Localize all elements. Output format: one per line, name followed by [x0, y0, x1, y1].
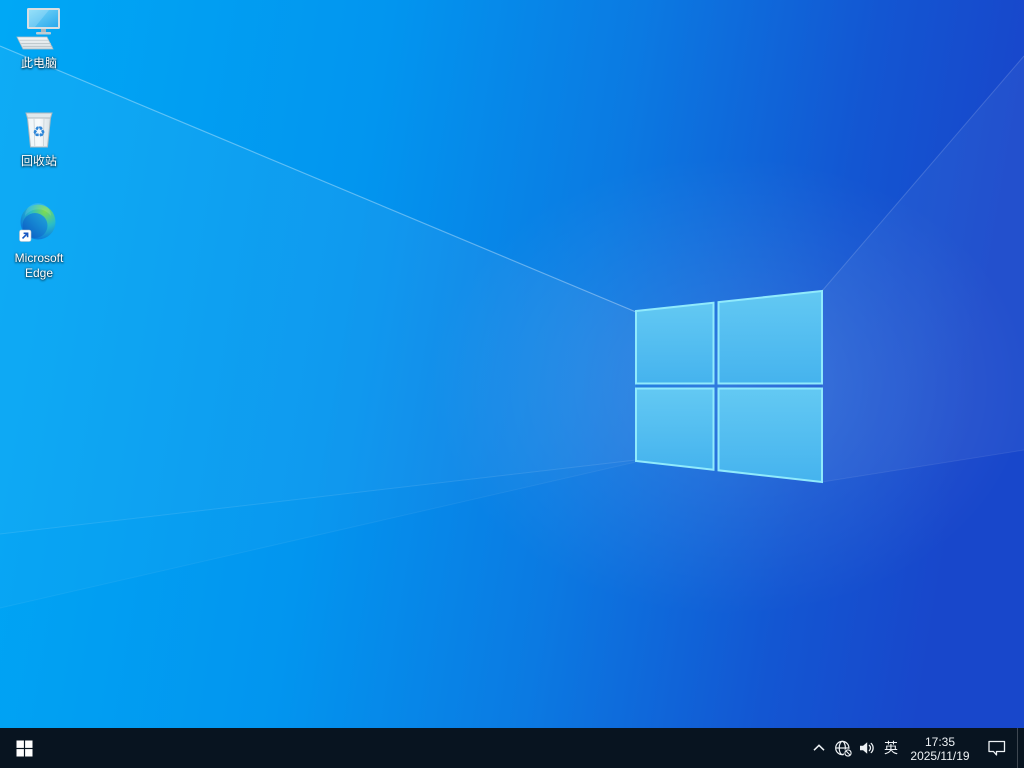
desktop-icon-recycle-bin[interactable]: ♻ 回收站 — [1, 104, 77, 169]
start-button[interactable] — [0, 728, 48, 768]
wallpaper — [0, 0, 1024, 728]
desktop-icon-label: Microsoft Edge — [14, 251, 64, 280]
recycle-bin-icon: ♻ — [25, 112, 53, 148]
microsoft-edge-icon — [19, 203, 56, 242]
action-center-button[interactable] — [977, 728, 1017, 768]
desktop: 此电脑 ♻ 回收站 Microsoft Edge 英 17:35 2025/11… — [0, 0, 1024, 768]
volume-button[interactable] — [855, 728, 879, 768]
desktop-icon-this-pc[interactable]: 此电脑 — [1, 6, 77, 71]
this-pc-icon — [16, 8, 60, 50]
action-center-icon — [988, 740, 1006, 756]
svg-text:♻: ♻ — [32, 123, 45, 141]
clock[interactable]: 17:35 2025/11/19 — [903, 728, 977, 768]
tray-chevron-button[interactable] — [807, 728, 831, 768]
desktop-icon-microsoft-edge[interactable]: Microsoft Edge — [1, 201, 77, 281]
taskbar: 英 17:35 2025/11/19 — [0, 728, 1024, 768]
speaker-icon — [860, 742, 874, 754]
system-tray: 英 17:35 2025/11/19 — [807, 728, 1024, 768]
language-indicator[interactable]: 英 — [879, 728, 903, 768]
clock-date: 2025/11/19 — [910, 748, 970, 763]
desktop-icon-label: 此电脑 — [20, 56, 57, 70]
network-button[interactable] — [831, 728, 855, 768]
windows-start-icon — [16, 740, 32, 756]
globe-no-internet-icon — [834, 740, 852, 757]
clock-time: 17:35 — [924, 734, 956, 749]
desktop-icon-label: 回收站 — [20, 154, 57, 168]
chevron-up-icon — [813, 744, 825, 751]
show-desktop-button[interactable] — [1017, 728, 1024, 768]
